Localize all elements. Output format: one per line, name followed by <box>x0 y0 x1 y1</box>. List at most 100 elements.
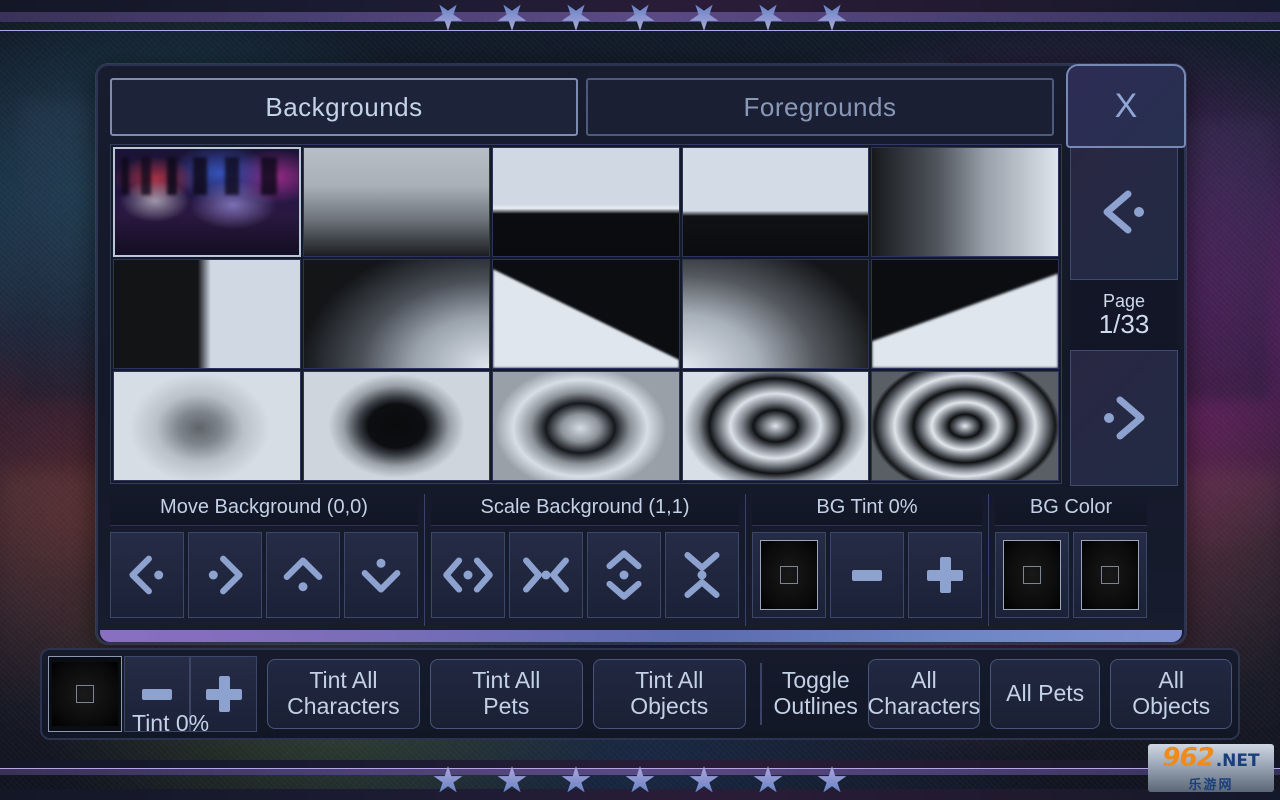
bg-tint-decrease-button[interactable] <box>830 532 904 618</box>
thumbnail-item-14[interactable] <box>681 371 870 481</box>
chevron-left-dot-icon <box>1103 190 1144 234</box>
bg-color-swatch-secondary[interactable] <box>1073 532 1147 618</box>
tint-all-pets-button[interactable]: Tint All Pets <box>429 659 583 729</box>
thumbnail-item-13[interactable] <box>492 371 680 481</box>
tab-backgrounds[interactable]: Backgrounds <box>110 78 578 136</box>
thumbnail-item-6[interactable] <box>113 259 301 369</box>
watermark-number: 962 <box>1162 744 1214 773</box>
all-pets-label: All Pets <box>1006 680 1085 707</box>
global-tint-color-swatch[interactable] <box>48 656 122 732</box>
chevron-right-dot-icon <box>208 555 243 595</box>
star-icon <box>689 766 719 793</box>
star-icon <box>753 766 783 793</box>
chevron-left-dot-icon <box>129 555 164 595</box>
chevron-right-dot-icon <box>1104 396 1145 440</box>
all-objects-button[interactable]: All Objects <box>1110 659 1232 729</box>
move-background-label: Move Background (0,0) <box>110 490 418 526</box>
star-icon <box>689 2 719 31</box>
close-button[interactable]: X <box>1066 64 1186 148</box>
next-page-button[interactable] <box>1070 350 1178 486</box>
close-icon: X <box>1114 86 1138 125</box>
bg-tint-group: BG Tint 0% <box>752 490 982 626</box>
control-divider-3 <box>988 494 989 626</box>
tab-foregrounds[interactable]: Foregrounds <box>586 78 1054 136</box>
tab-bar: Backgrounds Foregrounds <box>110 78 1054 136</box>
swatch-inner-marker <box>75 685 94 703</box>
scale-expand-horizontal-button[interactable] <box>431 532 505 618</box>
background-picker-dialog: Backgrounds Foregrounds Page 1/33 Move B… <box>96 64 1186 644</box>
thumbnail-item-11[interactable] <box>113 371 301 481</box>
thumbnail-item-8[interactable] <box>492 259 680 369</box>
bg-color-group: BG Color <box>995 490 1147 626</box>
global-tint-label: Tint 0% <box>132 710 210 736</box>
expand-vertical-icon <box>606 550 642 600</box>
thumbnail-item-15[interactable] <box>871 371 1059 481</box>
move-down-button[interactable] <box>344 532 418 618</box>
tab-foregrounds-label: Foregrounds <box>743 91 897 122</box>
move-background-group: Move Background (0,0) <box>110 490 418 626</box>
contract-vertical-icon <box>684 552 720 598</box>
plus-icon <box>925 555 965 595</box>
star-icon <box>753 2 783 31</box>
thumbnail-item-10[interactable] <box>871 259 1059 369</box>
thumbnail-item-9[interactable] <box>681 259 870 369</box>
tint-all-characters-label: Tint All Characters <box>287 667 400 719</box>
move-left-button[interactable] <box>110 532 184 618</box>
watermark-domain: .NET <box>1215 751 1260 771</box>
scale-background-label: Scale Background (1,1) <box>431 490 739 526</box>
thumbnail-item-7[interactable] <box>302 259 491 369</box>
star-icon <box>561 2 591 31</box>
bg-tint-color-swatch[interactable] <box>752 532 826 618</box>
thumbnail-item-3[interactable] <box>492 147 680 257</box>
all-objects-label: All Objects <box>1132 667 1211 719</box>
move-right-button[interactable] <box>188 532 262 618</box>
toggle-outlines-label: Toggle Outlines <box>773 667 858 719</box>
contract-horizontal-icon <box>523 557 569 593</box>
page-indicator: Page 1/33 <box>1070 280 1178 350</box>
scale-background-group: Scale Background (1,1) <box>431 490 739 626</box>
bg-color-label: BG Color <box>995 490 1147 526</box>
swatch-inner-marker <box>1101 566 1119 584</box>
all-characters-button[interactable]: All Characters <box>868 659 980 729</box>
move-up-button[interactable] <box>266 532 340 618</box>
page-navigation: Page 1/33 <box>1070 144 1178 486</box>
previous-page-button[interactable] <box>1070 144 1178 280</box>
thumbnail-grid <box>110 144 1062 484</box>
scale-expand-vertical-button[interactable] <box>587 532 661 618</box>
star-row-bottom <box>0 766 1280 795</box>
tint-all-pets-label: Tint All Pets <box>472 667 541 719</box>
control-divider-2 <box>745 494 746 626</box>
plus-icon <box>204 674 244 714</box>
bg-color-swatch-primary[interactable] <box>995 532 1069 618</box>
all-characters-label: All Characters <box>867 667 981 719</box>
star-icon <box>625 2 655 31</box>
star-icon <box>561 766 591 793</box>
tint-all-characters-button[interactable]: Tint All Characters <box>266 659 420 729</box>
thumbnail-item-5[interactable] <box>871 147 1059 257</box>
bg-tint-label: BG Tint 0% <box>752 490 982 526</box>
tint-all-objects-button[interactable]: Tint All Objects <box>592 659 746 729</box>
global-tint-toolbar: Tint All Characters Tint All Pets Tint A… <box>40 648 1240 740</box>
star-icon <box>625 766 655 793</box>
thumbnail-item-4[interactable] <box>681 147 870 257</box>
decorative-star-band-bottom <box>0 760 1280 800</box>
star-row-top <box>0 2 1280 31</box>
decorative-star-band-top <box>0 0 1280 32</box>
star-icon <box>433 2 463 31</box>
bg-tint-increase-button[interactable] <box>908 532 982 618</box>
minus-icon <box>142 688 173 700</box>
star-icon <box>433 766 463 793</box>
thumbnail-item-2[interactable] <box>302 147 491 257</box>
chevron-down-dot-icon <box>361 558 401 593</box>
minus-icon <box>852 569 882 581</box>
expand-horizontal-icon <box>443 557 493 593</box>
scale-shrink-vertical-button[interactable] <box>665 532 739 618</box>
watermark-subtitle: 乐游网 <box>1188 777 1234 792</box>
thumbnail-item-1[interactable] <box>113 147 301 257</box>
scale-shrink-horizontal-button[interactable] <box>509 532 583 618</box>
thumbnail-item-12[interactable] <box>302 371 491 481</box>
star-icon <box>497 2 527 31</box>
tab-backgrounds-label: Backgrounds <box>265 91 423 122</box>
control-divider-1 <box>424 494 425 626</box>
all-pets-button[interactable]: All Pets <box>989 659 1101 729</box>
